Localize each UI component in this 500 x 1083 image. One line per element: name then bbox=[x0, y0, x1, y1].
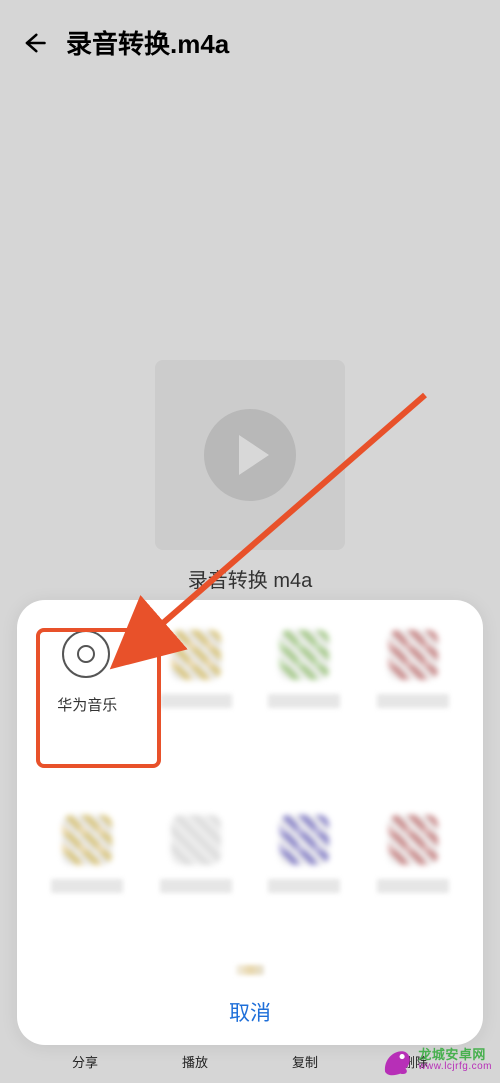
tab-play[interactable]: 播放 bbox=[182, 1052, 208, 1071]
share-app-label bbox=[268, 694, 340, 708]
page-indicator bbox=[236, 965, 264, 975]
share-app-label bbox=[160, 694, 232, 708]
app-icon bbox=[62, 815, 112, 865]
app-icon bbox=[171, 630, 221, 680]
media-thumbnail[interactable] bbox=[155, 360, 345, 550]
share-sheet: 华为音乐 取消 bbox=[17, 600, 483, 1045]
app-icon bbox=[279, 630, 329, 680]
share-app-item[interactable] bbox=[146, 630, 247, 787]
tab-copy[interactable]: 复制 bbox=[292, 1052, 318, 1071]
header: 录音转换.m4a bbox=[0, 0, 500, 85]
share-app-item[interactable] bbox=[254, 630, 355, 787]
tab-share[interactable]: 分享 bbox=[72, 1052, 98, 1071]
app-icon bbox=[388, 815, 438, 865]
media-filename: 录音转换 m4a bbox=[155, 564, 345, 593]
watermark: 龙城安卓网 www.lcjrfg.com bbox=[380, 1043, 492, 1077]
share-app-label bbox=[160, 879, 232, 893]
app-icon bbox=[279, 815, 329, 865]
share-app-item[interactable] bbox=[363, 630, 464, 787]
share-app-label: 华为音乐 bbox=[57, 694, 117, 715]
play-icon bbox=[204, 409, 296, 501]
media-preview: 录音转换 m4a bbox=[155, 360, 345, 593]
watermark-url: www.lcjrfg.com bbox=[418, 1062, 492, 1073]
share-app-item[interactable] bbox=[254, 815, 355, 965]
back-icon[interactable] bbox=[20, 29, 48, 57]
share-app-item[interactable] bbox=[37, 815, 138, 965]
share-app-item[interactable] bbox=[363, 815, 464, 965]
share-app-huawei-music[interactable]: 华为音乐 bbox=[37, 630, 138, 787]
page-title: 录音转换.m4a bbox=[66, 24, 229, 61]
watermark-logo-icon bbox=[380, 1043, 414, 1077]
share-grid: 华为音乐 bbox=[37, 630, 463, 965]
cancel-button[interactable]: 取消 bbox=[37, 981, 463, 1045]
watermark-title: 龙城安卓网 bbox=[418, 1048, 492, 1062]
share-app-item[interactable] bbox=[146, 815, 247, 965]
share-app-label bbox=[377, 879, 449, 893]
app-icon bbox=[388, 630, 438, 680]
share-app-label bbox=[377, 694, 449, 708]
share-app-label bbox=[268, 879, 340, 893]
disc-icon bbox=[62, 630, 112, 680]
app-icon bbox=[171, 815, 221, 865]
share-app-label bbox=[51, 879, 123, 893]
